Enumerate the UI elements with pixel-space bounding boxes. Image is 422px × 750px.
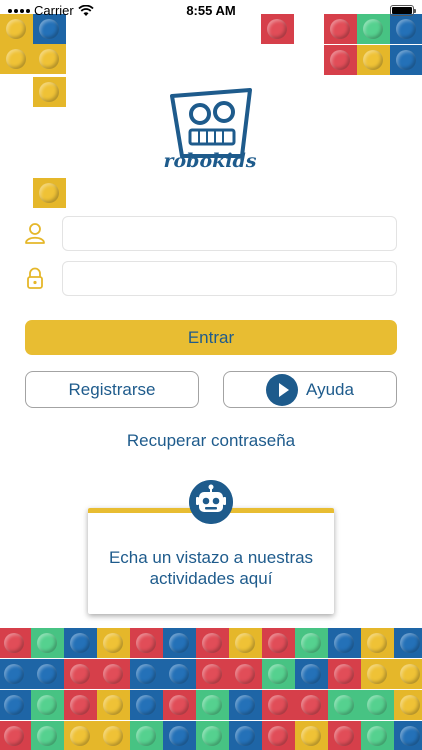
lego-brick <box>0 659 31 689</box>
lego-brick <box>328 721 361 750</box>
register-button[interactable]: Registrarse <box>25 371 199 408</box>
lego-brick <box>0 690 31 720</box>
lego-brick <box>394 659 422 689</box>
lego-brick <box>97 659 130 689</box>
lego-brick <box>163 721 196 750</box>
lego-brick <box>196 690 229 720</box>
lego-brick <box>295 659 328 689</box>
lego-brick <box>0 44 33 74</box>
lego-brick <box>295 628 328 658</box>
lego-brick <box>361 628 394 658</box>
lego-brick <box>31 628 64 658</box>
help-button[interactable]: Ayuda <box>223 371 397 408</box>
lego-brick <box>328 690 361 720</box>
lego-brick <box>361 690 394 720</box>
battery-icon <box>390 5 416 16</box>
lego-brick <box>163 628 196 658</box>
lego-brick <box>0 721 31 750</box>
lego-brick <box>64 721 97 750</box>
lego-brick <box>394 628 422 658</box>
status-bar: Carrier 8:55 AM <box>0 0 422 20</box>
lego-brick <box>33 44 66 74</box>
lego-brick <box>163 690 196 720</box>
lego-brick <box>130 628 163 658</box>
activities-card-text: Echa un vistazo a nuestras actividades a… <box>108 547 314 588</box>
lego-brick <box>33 77 66 107</box>
login-button[interactable]: Entrar <box>25 320 397 355</box>
username-field[interactable] <box>62 216 397 251</box>
lego-brick <box>31 721 64 750</box>
lego-brick <box>262 690 295 720</box>
lego-brick <box>196 721 229 750</box>
lego-brick <box>295 721 328 750</box>
logo-wordmark: robokids <box>163 150 257 172</box>
lego-brick <box>31 659 64 689</box>
lego-brick <box>229 628 262 658</box>
lego-brick <box>390 45 422 75</box>
lego-brick <box>295 690 328 720</box>
lego-brick <box>196 659 229 689</box>
lego-brick <box>196 628 229 658</box>
lego-brick <box>328 659 361 689</box>
lego-brick <box>64 690 97 720</box>
lego-brick <box>130 659 163 689</box>
lego-brick <box>163 659 196 689</box>
lego-brick <box>33 178 66 208</box>
lego-brick <box>262 659 295 689</box>
user-icon <box>25 223 45 244</box>
lego-brick <box>394 721 422 750</box>
lego-brick <box>64 659 97 689</box>
bottom-lego-wall <box>0 628 422 750</box>
recover-password-link[interactable]: Recuperar contraseña <box>0 431 422 451</box>
lego-brick <box>324 45 357 75</box>
lego-brick <box>97 690 130 720</box>
status-time: 8:55 AM <box>186 3 236 18</box>
lego-brick <box>229 690 262 720</box>
robot-head-icon <box>189 480 233 524</box>
lego-brick <box>130 721 163 750</box>
help-button-label: Ayuda <box>306 379 354 399</box>
lego-brick <box>361 721 394 750</box>
lego-brick <box>64 628 97 658</box>
lego-brick <box>262 628 295 658</box>
lego-brick <box>361 659 394 689</box>
lego-brick <box>97 721 130 750</box>
lego-brick <box>357 45 390 75</box>
lego-brick <box>394 690 422 720</box>
lego-brick <box>229 659 262 689</box>
lego-brick <box>229 721 262 750</box>
password-field[interactable] <box>62 261 397 296</box>
lock-icon <box>27 267 43 289</box>
lego-brick <box>130 690 163 720</box>
lego-brick <box>0 628 31 658</box>
lego-brick <box>328 628 361 658</box>
play-icon <box>266 373 299 406</box>
lego-brick <box>97 628 130 658</box>
lego-brick <box>262 721 295 750</box>
lego-brick <box>31 690 64 720</box>
